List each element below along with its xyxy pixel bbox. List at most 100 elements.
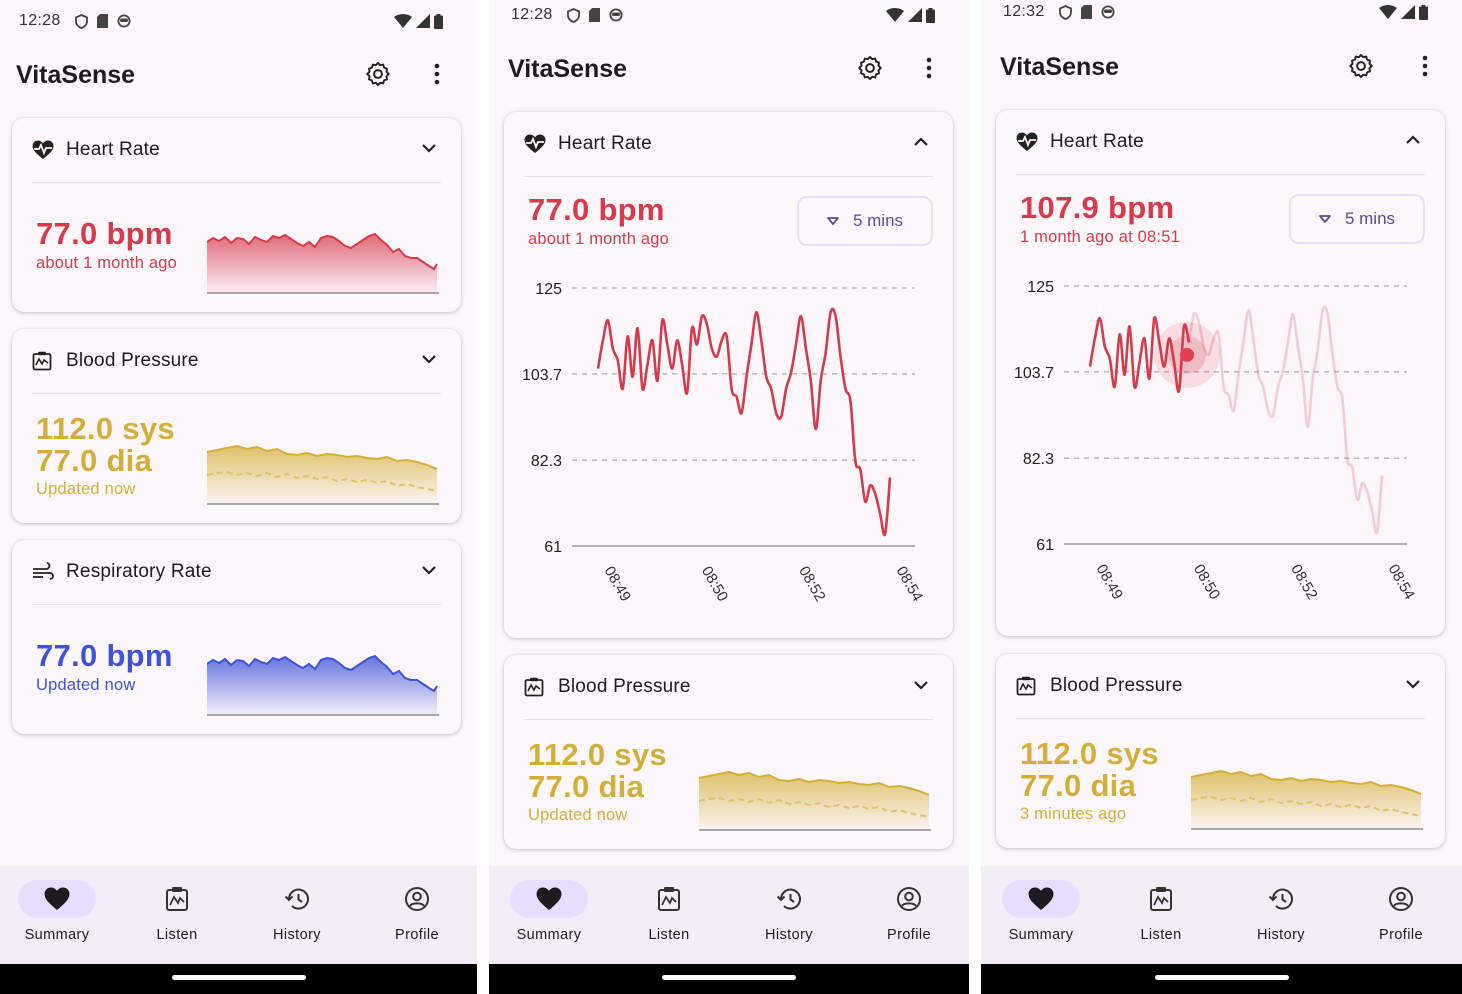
battery-icon xyxy=(1419,4,1428,20)
blood-pressure-title: Blood Pressure xyxy=(66,350,199,371)
status-bar: 12:28 xyxy=(489,3,969,27)
nav-summary[interactable]: Summary xyxy=(489,866,609,964)
chevron-down-icon[interactable] xyxy=(911,675,931,700)
respiratory-rate-card-header[interactable]: Respiratory Rate xyxy=(12,540,461,604)
diastolic-value: 77.0 dia xyxy=(36,443,153,478)
nav-summary-label: Summary xyxy=(24,927,90,943)
top-app-bar: VitaSense xyxy=(489,45,969,93)
more-vert-icon[interactable] xyxy=(425,61,449,92)
chart-x-tick-label: 08:50 xyxy=(698,564,731,605)
app-title: VitaSense xyxy=(16,60,136,89)
chevron-down-icon[interactable] xyxy=(419,560,439,585)
status-system-icons xyxy=(886,7,935,23)
top-app-bar: VitaSense xyxy=(981,43,1462,91)
monitor-chart-icon xyxy=(524,676,546,698)
chart-y-tick-label: 103.7 xyxy=(1014,365,1054,382)
gear-icon[interactable] xyxy=(365,61,391,92)
nav-listen-label: Listen xyxy=(648,927,690,943)
heart-rate-card-expanded[interactable]: Heart Rate 107.9 bpm 1 month ago at 08:5… xyxy=(996,110,1445,636)
gear-icon[interactable] xyxy=(1348,53,1374,84)
account-circle-icon xyxy=(1362,880,1440,918)
gear-icon[interactable] xyxy=(857,55,883,86)
blood-pressure-subtitle: Updated now xyxy=(36,480,136,498)
sd-card-icon xyxy=(96,14,108,28)
nav-history[interactable]: History xyxy=(1221,866,1341,964)
nav-history[interactable]: History xyxy=(237,866,357,964)
blood-pressure-card-header[interactable]: Blood Pressure xyxy=(504,655,953,719)
bottom-navigation: Summary Listen History Profile xyxy=(981,866,1462,964)
face-icon xyxy=(609,8,623,22)
card-divider xyxy=(32,604,441,605)
card-divider xyxy=(1016,718,1425,719)
chart-x-tick-label: 08:52 xyxy=(1287,562,1320,603)
nav-listen[interactable]: Listen xyxy=(117,866,237,964)
more-vert-icon[interactable] xyxy=(917,55,941,86)
status-system-icons xyxy=(394,13,443,29)
selected-point xyxy=(1179,347,1194,362)
heart-rate-card[interactable]: Heart Rate 77.0 bpm about 1 month ago xyxy=(12,118,461,312)
status-bar: 12:32 xyxy=(981,0,1462,24)
account-circle-icon xyxy=(870,880,948,918)
signal-icon xyxy=(1401,5,1415,19)
blood-pressure-card[interactable]: Blood Pressure 112.0 sys 77.0 dia 3 minu… xyxy=(996,654,1445,848)
nav-profile[interactable]: Profile xyxy=(357,866,477,964)
nav-summary[interactable]: Summary xyxy=(981,866,1101,964)
top-app-bar: VitaSense xyxy=(0,51,477,99)
monitor-chart-icon xyxy=(32,350,54,372)
chevron-down-icon[interactable] xyxy=(419,349,439,374)
nav-profile[interactable]: Profile xyxy=(1341,866,1461,964)
nav-listen[interactable]: Listen xyxy=(1101,866,1221,964)
blood-pressure-sparkline xyxy=(207,444,439,505)
heart-rate-card-header[interactable]: Heart Rate xyxy=(12,118,461,182)
chevron-down-icon[interactable] xyxy=(419,138,439,163)
blood-pressure-sparkline xyxy=(699,770,931,831)
status-notification-icons xyxy=(1058,4,1115,20)
chart-y-tick-label: 82.3 xyxy=(1023,451,1054,468)
heart-rate-line-chart: 125 103.7 82.3 61 08:49 08:50 08:52 08:54 xyxy=(522,281,926,605)
card-divider xyxy=(524,719,933,720)
nav-history[interactable]: History xyxy=(729,866,849,964)
blood-pressure-card-header[interactable]: Blood Pressure xyxy=(12,329,461,393)
shield-icon xyxy=(1058,4,1072,20)
heart-rate-sparkline xyxy=(207,232,439,294)
nav-listen[interactable]: Listen xyxy=(609,866,729,964)
heart-icon xyxy=(1002,880,1080,918)
nav-summary[interactable]: Summary xyxy=(0,866,117,964)
card-divider xyxy=(32,393,441,394)
systolic-value: 112.0 sys xyxy=(1020,736,1159,771)
nav-listen-label: Listen xyxy=(156,927,198,943)
wind-icon xyxy=(32,561,54,583)
blood-pressure-card-header[interactable]: Blood Pressure xyxy=(996,654,1445,718)
blood-pressure-subtitle: Updated now xyxy=(528,806,628,824)
heart-monitor-icon xyxy=(32,139,54,161)
blood-pressure-sparkline xyxy=(1191,769,1423,830)
nav-listen-label: Listen xyxy=(1140,927,1182,943)
wifi-icon xyxy=(394,14,412,28)
heart-icon xyxy=(510,880,588,918)
heart-rate-series-line-faded xyxy=(1187,305,1384,535)
heart-rate-card-expanded[interactable]: Heart Rate 77.0 bpm about 1 month ago 5 … xyxy=(504,112,953,638)
face-icon xyxy=(117,14,131,28)
nav-profile[interactable]: Profile xyxy=(849,866,969,964)
systolic-value: 112.0 sys xyxy=(528,737,667,772)
nav-profile-label: Profile xyxy=(395,927,439,943)
blood-pressure-card[interactable]: Blood Pressure 112.0 sys 77.0 dia Update… xyxy=(504,655,953,849)
blood-pressure-title: Blood Pressure xyxy=(558,676,691,697)
more-vert-icon[interactable] xyxy=(1413,53,1437,84)
chart-x-tick-label: 08:50 xyxy=(1190,562,1223,603)
card-divider xyxy=(32,182,441,183)
status-time: 12:28 xyxy=(511,6,553,23)
blood-pressure-card[interactable]: Blood Pressure 112.0 sys 77.0 dia Update… xyxy=(12,329,461,523)
nav-summary-label: Summary xyxy=(1008,927,1074,943)
shield-icon xyxy=(74,13,88,29)
chevron-down-icon[interactable] xyxy=(1403,674,1423,699)
heart-rate-line-chart[interactable]: 125 103.7 82.3 61 08:49 08:50 08:52 08:54 xyxy=(996,110,1445,636)
nav-profile-label: Profile xyxy=(1379,927,1423,943)
chart-x-tick-label: 08:54 xyxy=(893,564,926,605)
monitor-chart-icon xyxy=(1016,675,1038,697)
status-system-icons xyxy=(1379,4,1428,20)
chart-y-tick-label: 103.7 xyxy=(522,367,562,384)
sd-card-icon xyxy=(588,8,600,22)
chart-y-tick-label: 125 xyxy=(1027,279,1054,296)
respiratory-rate-card[interactable]: Respiratory Rate 77.0 bpm Updated now xyxy=(12,540,461,734)
